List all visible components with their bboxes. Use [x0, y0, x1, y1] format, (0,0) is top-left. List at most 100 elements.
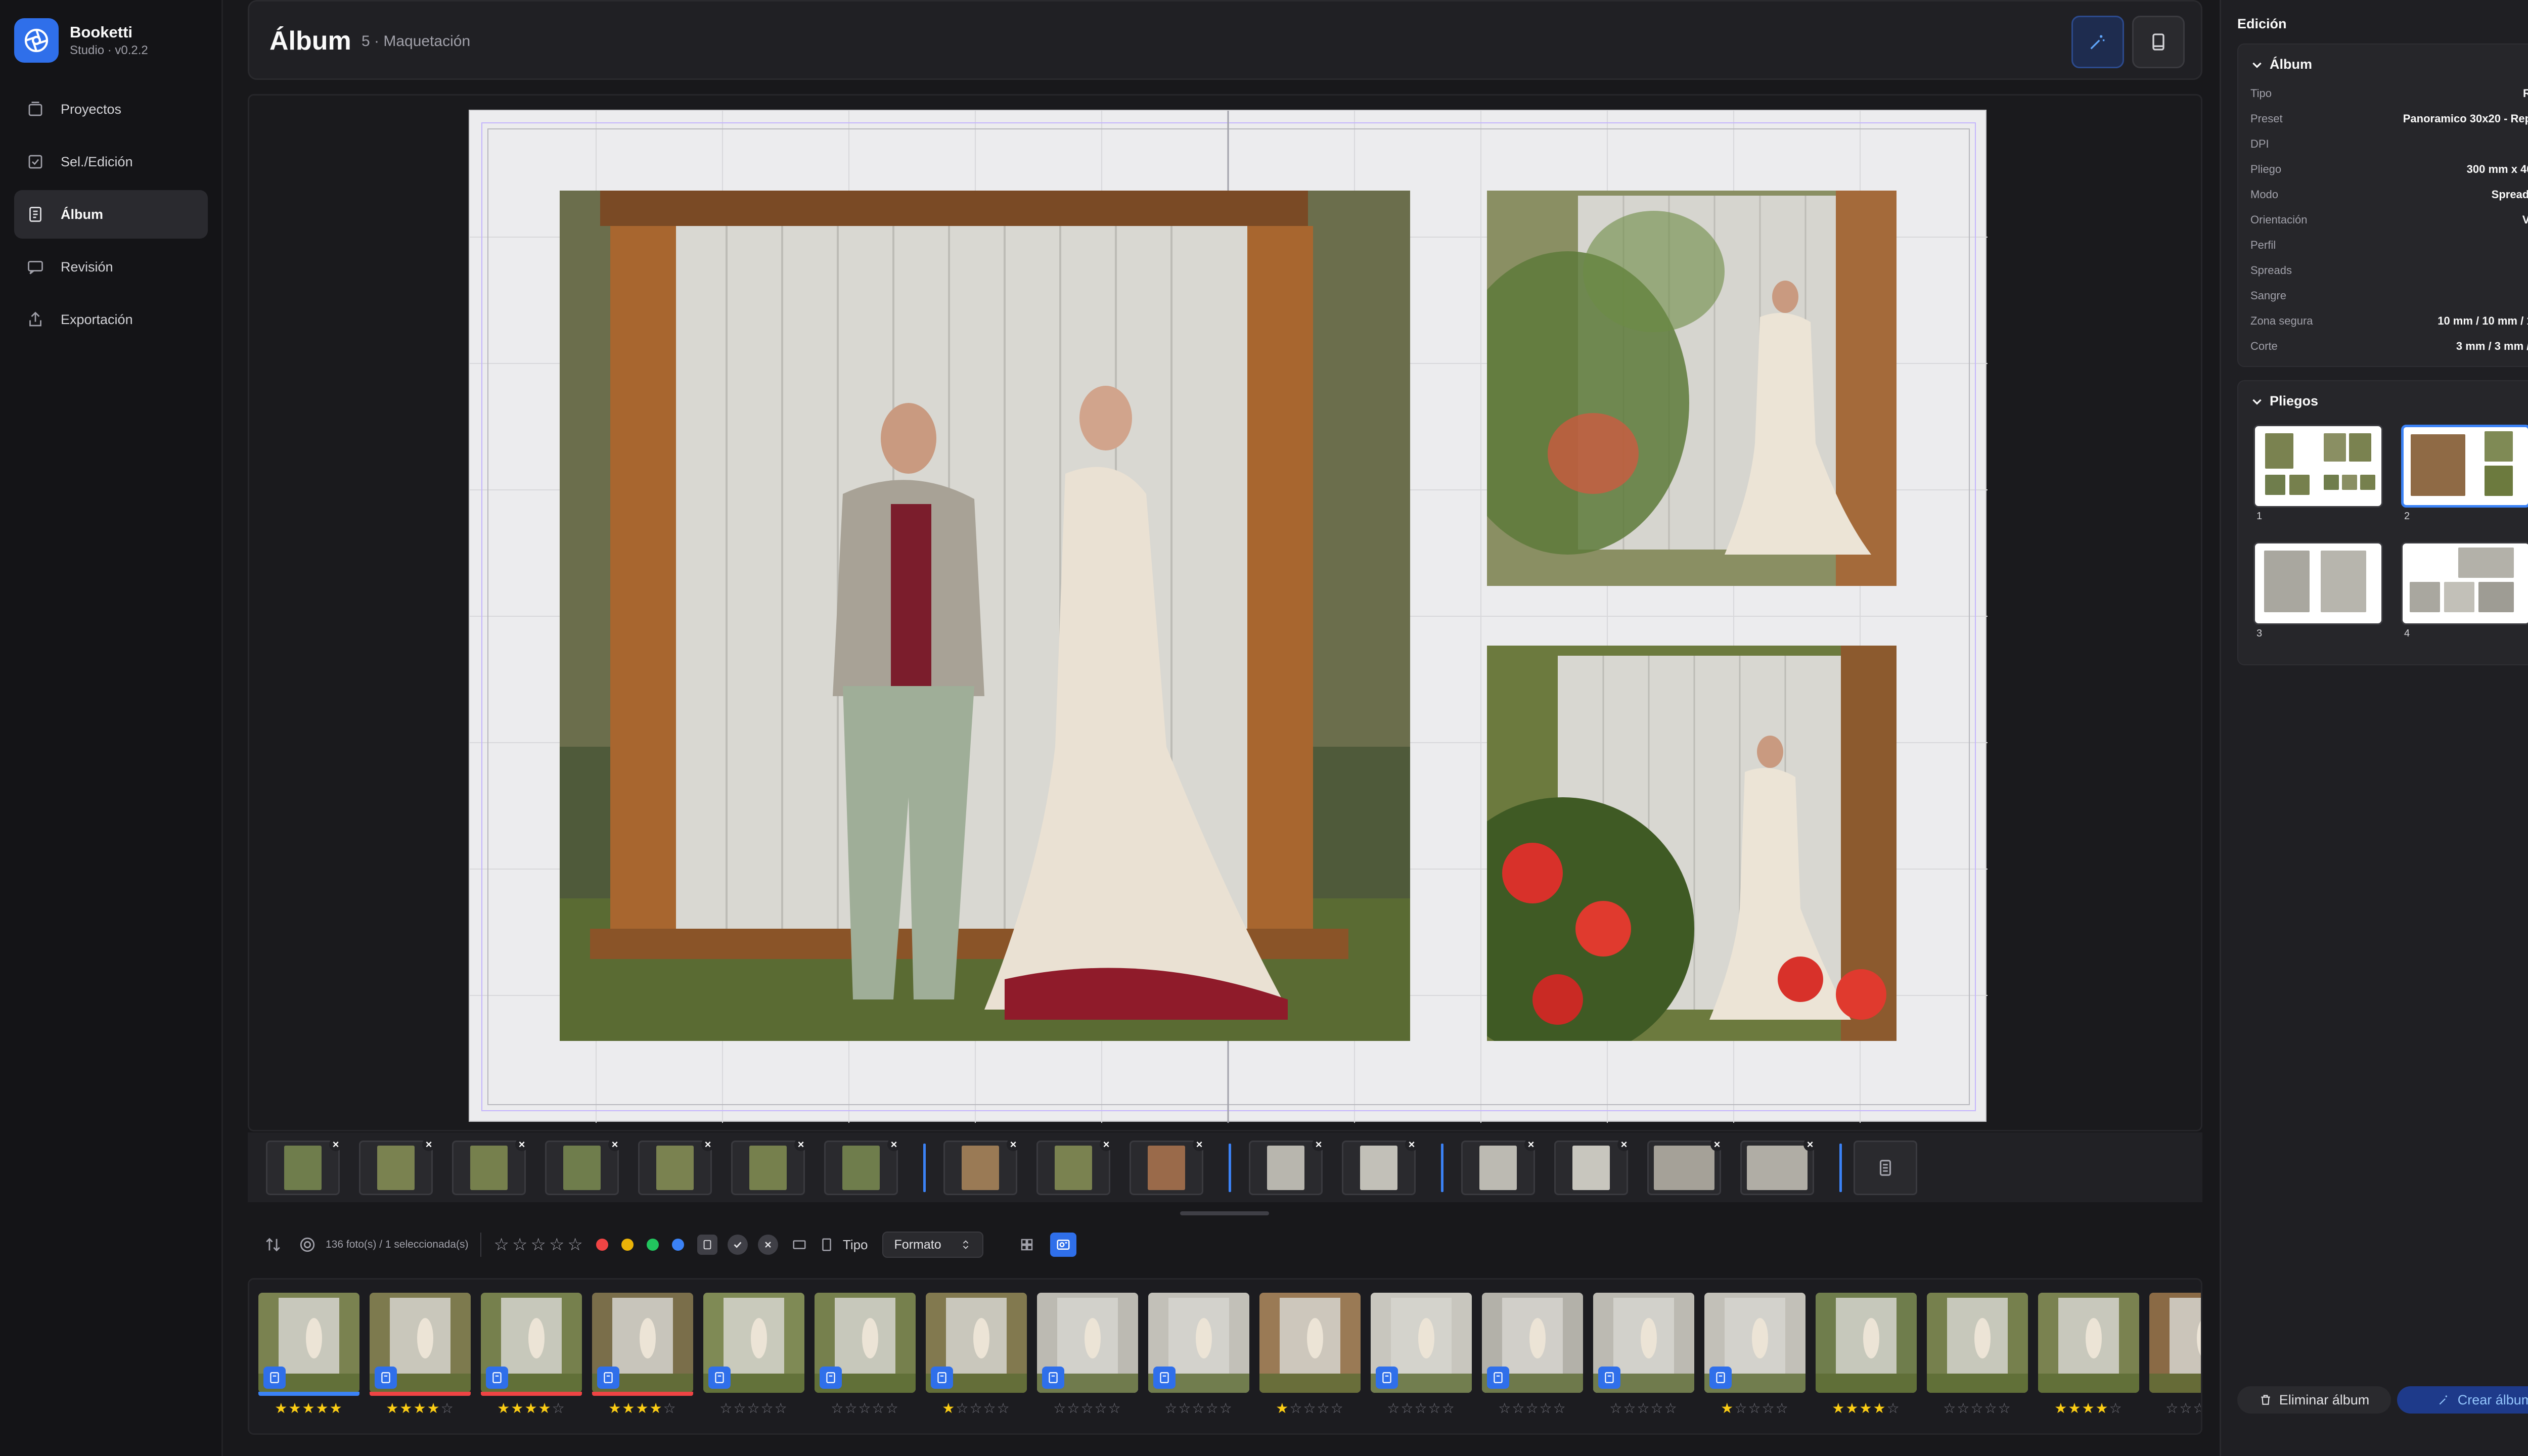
- spread-thumb[interactable]: ×: [731, 1138, 807, 1195]
- spread-thumb[interactable]: ×: [359, 1138, 435, 1195]
- nav-item-revision[interactable]: Revisión: [14, 243, 208, 291]
- remove-icon[interactable]: ×: [422, 1138, 435, 1151]
- sort-icon[interactable]: [262, 1234, 284, 1256]
- star-rating[interactable]: ☆☆☆☆☆: [815, 1400, 916, 1417]
- star-rating[interactable]: ★★★★☆: [592, 1400, 693, 1417]
- film-thumb[interactable]: ☆☆☆☆☆: [1148, 1293, 1249, 1419]
- create-album-button[interactable]: Crear álbum: [2397, 1386, 2528, 1414]
- spread-thumb[interactable]: ×: [1461, 1138, 1538, 1195]
- spread-photo-bride-bottom[interactable]: [1487, 646, 1897, 1041]
- star-rating[interactable]: ☆☆☆☆☆: [703, 1400, 804, 1417]
- nav-item-album[interactable]: Álbum: [14, 190, 208, 239]
- album-spread[interactable]: [469, 110, 1988, 1123]
- approved-filter[interactable]: [727, 1235, 748, 1255]
- remove-icon[interactable]: ×: [1193, 1138, 1206, 1151]
- film-thumb[interactable]: ☆☆☆☆☆: [815, 1293, 916, 1419]
- film-thumb[interactable]: ☆☆☆☆☆: [1593, 1293, 1694, 1419]
- spread-thumb[interactable]: ×: [1647, 1138, 1724, 1195]
- rejected-filter[interactable]: [757, 1235, 778, 1255]
- spread-photo-couple[interactable]: [560, 191, 1410, 1041]
- spread-photo-bride-top[interactable]: [1487, 191, 1897, 586]
- portrait-filter-icon[interactable]: [816, 1234, 838, 1256]
- film-thumb[interactable]: ☆☆☆☆☆: [2149, 1293, 2201, 1419]
- film-thumb[interactable]: ★★★★★: [258, 1293, 359, 1419]
- remove-icon[interactable]: ×: [887, 1138, 900, 1151]
- film-thumb[interactable]: ☆☆☆☆☆: [1927, 1293, 2028, 1419]
- star-rating[interactable]: ☆☆☆☆☆: [1371, 1400, 1472, 1417]
- add-spread-button[interactable]: [1854, 1141, 1917, 1195]
- nav-item-exportacion[interactable]: Exportación: [14, 295, 208, 344]
- pliego-thumb-3[interactable]: 3: [2253, 542, 2383, 643]
- formato-select[interactable]: Formato: [882, 1232, 983, 1258]
- star-filter-4[interactable]: ☆: [549, 1235, 564, 1255]
- remove-icon[interactable]: ×: [1405, 1138, 1418, 1151]
- star-rating[interactable]: ☆☆☆☆☆: [1927, 1400, 2028, 1417]
- color-filter-blue[interactable]: [671, 1239, 684, 1251]
- film-thumb[interactable]: ★★★★☆: [2038, 1293, 2139, 1419]
- star-rating[interactable]: ★☆☆☆☆: [1704, 1400, 1805, 1417]
- remove-icon[interactable]: ×: [1617, 1138, 1631, 1151]
- remove-icon[interactable]: ×: [1312, 1138, 1325, 1151]
- spread-thumb[interactable]: ×: [545, 1138, 621, 1195]
- landscape-filter-icon[interactable]: [788, 1234, 810, 1256]
- film-thumb[interactable]: ★★★★☆: [481, 1293, 582, 1419]
- star-rating[interactable]: ★★★★☆: [1816, 1400, 1917, 1417]
- nav-item-seleccion[interactable]: Sel./Edición: [14, 138, 208, 186]
- star-rating[interactable]: ★★★★☆: [2038, 1400, 2139, 1417]
- spread-thumb[interactable]: ×: [638, 1138, 714, 1195]
- spread-thumb[interactable]: ×: [1249, 1138, 1325, 1195]
- remove-icon[interactable]: ×: [608, 1138, 621, 1151]
- spread-thumb[interactable]: ×: [1554, 1138, 1631, 1195]
- film-thumb[interactable]: ☆☆☆☆☆: [703, 1293, 804, 1419]
- film-thumb[interactable]: ★★★★☆: [370, 1293, 471, 1419]
- remove-icon[interactable]: ×: [329, 1138, 342, 1151]
- remove-icon[interactable]: ×: [1100, 1138, 1113, 1151]
- star-filter-2[interactable]: ☆: [512, 1235, 527, 1255]
- film-thumb[interactable]: ☆☆☆☆☆: [1037, 1293, 1138, 1419]
- grid-view-button[interactable]: [1014, 1233, 1040, 1257]
- star-rating[interactable]: ☆☆☆☆☆: [2149, 1400, 2201, 1417]
- star-rating[interactable]: ☆☆☆☆☆: [1593, 1400, 1694, 1417]
- remove-icon[interactable]: ×: [794, 1138, 807, 1151]
- auto-layout-button[interactable]: [2071, 16, 2124, 68]
- film-thumb[interactable]: ★★★★☆: [1816, 1293, 1917, 1419]
- in-album-filter[interactable]: [697, 1235, 717, 1255]
- film-thumb[interactable]: ★☆☆☆☆: [926, 1293, 1027, 1419]
- remove-icon[interactable]: ×: [701, 1138, 714, 1151]
- star-rating[interactable]: ★★★★★: [258, 1400, 359, 1417]
- color-filter-red[interactable]: [596, 1239, 608, 1251]
- star-rating[interactable]: ★☆☆☆☆: [1259, 1400, 1361, 1417]
- film-thumb[interactable]: ★☆☆☆☆: [1259, 1293, 1361, 1419]
- pliego-thumb-1[interactable]: 1: [2253, 425, 2383, 526]
- star-filter-1[interactable]: ☆: [493, 1235, 509, 1255]
- spread-thumb[interactable]: ×: [1740, 1138, 1817, 1195]
- nav-item-proyectos[interactable]: Proyectos: [14, 85, 208, 133]
- spread-thumb[interactable]: ×: [452, 1138, 528, 1195]
- star-rating[interactable]: ☆☆☆☆☆: [1037, 1400, 1138, 1417]
- pliegos-section-toggle[interactable]: Pliegos: [2250, 393, 2318, 409]
- color-filter-yellow[interactable]: [621, 1239, 634, 1251]
- target-icon[interactable]: [296, 1234, 319, 1256]
- resize-handle[interactable]: [1180, 1211, 1269, 1215]
- spread-thumb[interactable]: ×: [824, 1138, 900, 1195]
- pliego-thumb-4[interactable]: 4: [2401, 542, 2528, 643]
- film-thumb[interactable]: ★☆☆☆☆: [1704, 1293, 1805, 1419]
- delete-album-button[interactable]: Eliminar álbum: [2237, 1386, 2391, 1414]
- film-thumb[interactable]: ☆☆☆☆☆: [1482, 1293, 1583, 1419]
- remove-icon[interactable]: ×: [1524, 1138, 1538, 1151]
- film-thumb[interactable]: ☆☆☆☆☆: [1371, 1293, 1472, 1419]
- star-rating[interactable]: ☆☆☆☆☆: [1148, 1400, 1249, 1417]
- spread-thumb[interactable]: ×: [1342, 1138, 1418, 1195]
- star-rating[interactable]: ★☆☆☆☆: [926, 1400, 1027, 1417]
- remove-icon[interactable]: ×: [1007, 1138, 1020, 1151]
- album-section-toggle[interactable]: Álbum: [2250, 57, 2312, 72]
- remove-icon[interactable]: ×: [1803, 1138, 1817, 1151]
- star-rating[interactable]: ★★★★☆: [370, 1400, 471, 1417]
- pliego-thumb-2[interactable]: 2: [2401, 425, 2528, 526]
- star-rating[interactable]: ☆☆☆☆☆: [1482, 1400, 1583, 1417]
- compare-view-button[interactable]: [1050, 1233, 1076, 1257]
- star-rating[interactable]: ★★★★☆: [481, 1400, 582, 1417]
- spread-thumb[interactable]: ×: [266, 1138, 342, 1195]
- spread-thumb[interactable]: ×: [943, 1138, 1020, 1195]
- spread-thumb[interactable]: ×: [1036, 1138, 1113, 1195]
